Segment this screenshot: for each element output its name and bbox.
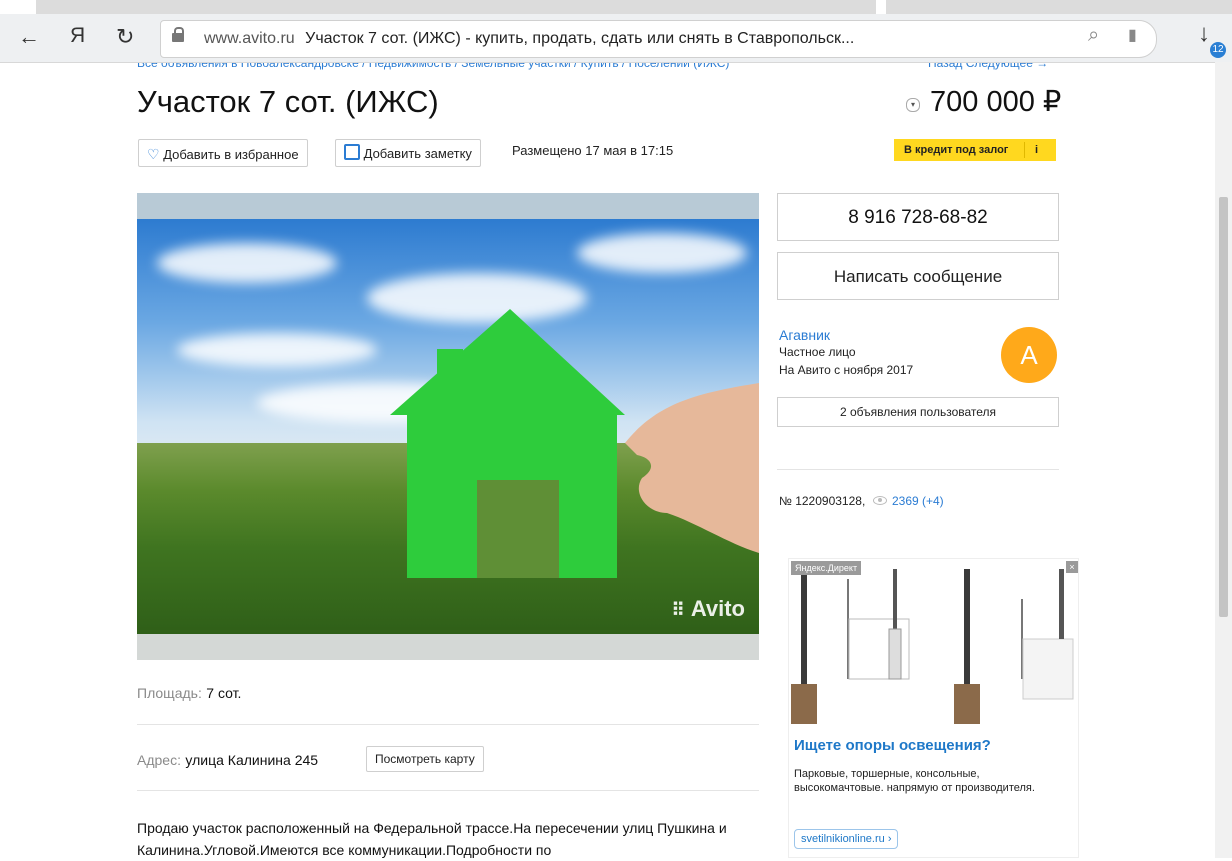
view-count[interactable]: 2369 (+4): [892, 494, 944, 508]
scrollbar[interactable]: [1215, 62, 1232, 858]
price-currency-toggle[interactable]: ▾: [906, 98, 920, 112]
ad-source-tag: Яндекс.Директ: [791, 561, 862, 575]
back-arrow-icon[interactable]: ←: [18, 24, 40, 50]
address-label: Адрес:: [137, 752, 181, 768]
seller-since: На Авито с ноября 2017: [779, 363, 914, 377]
add-to-favorites-button[interactable]: ♡ Добавить в избранное: [138, 139, 308, 167]
close-icon[interactable]: ×: [1066, 561, 1078, 573]
description: Продаю участок расположенный на Федераль…: [137, 820, 727, 858]
divider: [137, 790, 759, 791]
address-row: Адрес: улица Калинина 245: [137, 752, 318, 770]
avito-watermark: ⠿ Avito: [671, 596, 746, 621]
write-message-button[interactable]: Написать сообщение: [777, 252, 1059, 300]
add-note-button[interactable]: Добавить заметку: [335, 139, 481, 167]
area-row: Площадь: 7 сот.: [137, 685, 241, 703]
note-icon: [344, 144, 360, 160]
ad-text: Парковые, торшерные, консольные, высоком…: [794, 768, 1035, 794]
avatar[interactable]: А: [1001, 327, 1057, 383]
area-label: Площадь:: [137, 685, 202, 701]
eye-icon: [872, 496, 887, 505]
ad-number: № 1220903128,: [779, 494, 866, 508]
price: 700 000 ₽: [930, 86, 1062, 118]
url-domain: www.avito.ru: [204, 30, 295, 47]
page-title: Участок 7 сот. (ИЖС): [137, 84, 439, 119]
search-icon[interactable]: ⌕: [1088, 24, 1099, 47]
seller-type: Частное лицо: [779, 345, 856, 359]
download-count-badge: 12: [1210, 42, 1226, 58]
address-value: улица Калинина 245: [185, 752, 319, 768]
credit-button[interactable]: В кредит под залог i: [894, 139, 1056, 161]
lock-icon: [172, 27, 184, 42]
show-phone-button[interactable]: 8 916 728-68-82: [777, 193, 1059, 241]
user-ads-button[interactable]: 2 объявления пользователя: [777, 397, 1059, 427]
scrollbar-thumb[interactable]: [1219, 197, 1228, 617]
yandex-logo-icon[interactable]: Я: [70, 24, 85, 48]
listing-photo[interactable]: ⠿ Avito: [137, 193, 759, 660]
reload-icon[interactable]: ↻: [116, 24, 134, 50]
area-value: 7 сот.: [206, 685, 242, 701]
ad-link[interactable]: svetilnikionline.ru ›: [794, 829, 899, 849]
divider: [137, 724, 759, 725]
address-bar-text[interactable]: www.avito.ru Участок 7 сот. (ИЖС) - купи…: [204, 30, 854, 48]
info-icon[interactable]: i: [1035, 139, 1038, 161]
ad-image[interactable]: Яндекс.Директ ×: [789, 559, 1078, 727]
favorites-label: Добавить в избранное: [163, 147, 299, 162]
divider: [777, 469, 1059, 470]
credit-label: В кредит под залог: [904, 144, 1009, 156]
url-page-title: Участок 7 сот. (ИЖС) - купить, продать, …: [305, 30, 855, 47]
green-house-icon: [390, 309, 759, 578]
yandex-direct-ad[interactable]: Яндекс.Директ × Ищете опоры освещения? П…: [788, 558, 1079, 858]
note-label: Добавить заметку: [363, 146, 472, 161]
bookmark-icon[interactable]: ▮: [1128, 25, 1137, 45]
heart-icon: ♡: [147, 146, 160, 162]
seller-info: Агавник Частное лицо На Авито с ноября 2…: [779, 327, 913, 377]
ad-title[interactable]: Ищете опоры освещения?: [794, 737, 991, 754]
browser-tab-strip: [0, 0, 1232, 14]
seller-name[interactable]: Агавник: [779, 327, 913, 343]
posted-date: Размещено 17 мая в 17:15: [512, 143, 674, 158]
view-map-button[interactable]: Посмотреть карту: [366, 746, 484, 772]
download-icon[interactable]: ↓: [1198, 20, 1210, 48]
ad-id-row: № 1220903128, 2369 (+4): [779, 494, 944, 508]
